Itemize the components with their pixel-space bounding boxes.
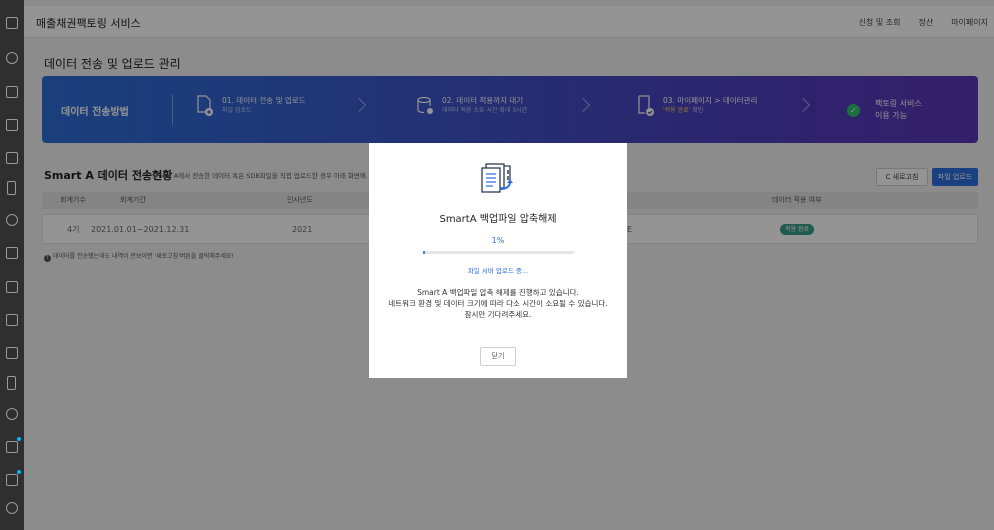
modal-message-2: 네트워크 환경 및 데이터 크기에 따라 다소 시간이 소요될 수 있습니다. (388, 299, 608, 308)
briefcase-icon[interactable] (6, 441, 18, 453)
left-sidebar (0, 0, 24, 530)
calculator-icon[interactable] (6, 281, 18, 293)
building-icon[interactable] (6, 347, 18, 359)
unzip-modal: SmartA 백업파일 압축해제 1% 파일 서버 업로드 중... Smart… (369, 143, 627, 378)
pen-icon[interactable] (6, 247, 18, 259)
modal-title: SmartA 백업파일 압축해제 (439, 214, 557, 225)
upload-status: 파일 서버 업로드 중... (467, 267, 529, 275)
id-card-icon[interactable] (6, 314, 18, 326)
close-button[interactable]: 닫기 (480, 347, 516, 366)
modal-message-1: Smart A 백업파일 압축 해제를 진행하고 있습니다. (417, 288, 579, 297)
file-icon[interactable] (7, 376, 16, 390)
progress-percent: 1% (491, 236, 505, 245)
support-icon[interactable] (6, 502, 18, 514)
progress-fill (423, 251, 426, 254)
users-icon[interactable] (6, 214, 18, 226)
menu-icon[interactable] (6, 17, 18, 29)
modal-message-3: 잠시만 기다려주세요. (464, 310, 532, 319)
file-archive-icon (478, 160, 518, 196)
wallet-icon[interactable] (6, 474, 18, 486)
notification-dot (17, 470, 21, 474)
progress-bar (423, 251, 574, 254)
mail-icon[interactable] (6, 119, 18, 131)
notification-dot (17, 437, 21, 441)
chat-icon[interactable] (6, 52, 18, 64)
document-icon[interactable] (6, 86, 18, 98)
cloud-icon[interactable] (6, 408, 18, 420)
mobile-icon[interactable] (7, 181, 16, 195)
printer-icon[interactable] (6, 152, 18, 164)
